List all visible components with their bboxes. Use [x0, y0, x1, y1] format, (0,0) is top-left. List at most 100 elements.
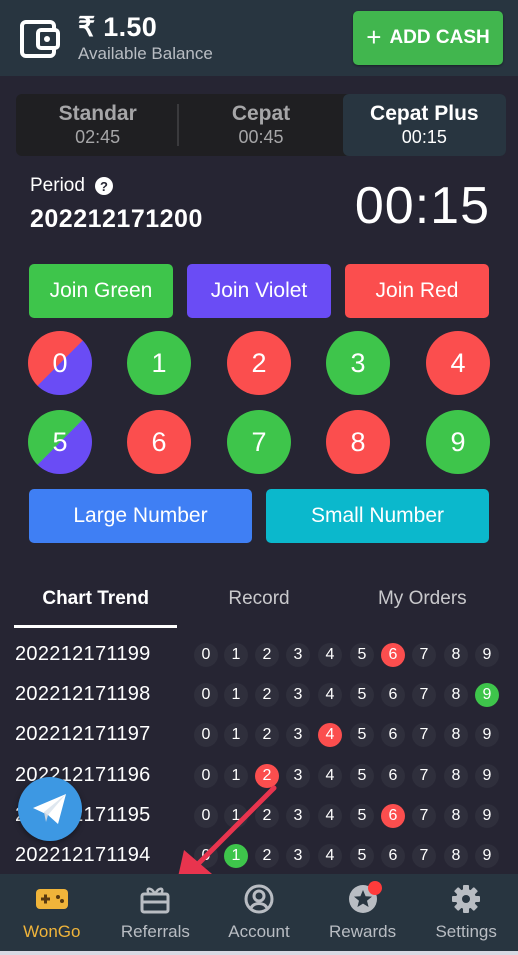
plus-icon: + — [366, 22, 382, 52]
period-label-text: Period — [30, 175, 85, 196]
trend-digit: 5 — [350, 763, 374, 788]
nav-item-wongo[interactable]: WonGo — [0, 874, 104, 951]
trend-digit: 6 — [381, 723, 405, 748]
tab-chart-trend[interactable]: Chart Trend — [14, 578, 178, 630]
trend-digit: 3 — [286, 763, 310, 788]
trend-digit: 3 — [286, 723, 310, 748]
mode-time: 00:45 — [238, 127, 284, 147]
help-icon[interactable]: ? — [94, 177, 113, 195]
trend-digit: 1 — [224, 763, 248, 788]
nav-label: Referrals — [120, 922, 190, 941]
join-red-button[interactable]: Join Red — [345, 264, 489, 318]
trend-digit: 5 — [350, 803, 374, 828]
trend-digit: 5 — [350, 723, 374, 748]
trend-digit: 5 — [350, 643, 374, 667]
countdown-timer: 00:15 — [354, 177, 490, 235]
trend-digit: 6 — [381, 683, 405, 708]
tab-my-orders[interactable]: My Orders — [341, 578, 504, 630]
bottom-navigation: WonGo Referrals Account Rewards Settings — [0, 874, 518, 951]
number-ball-3[interactable]: 3 — [326, 331, 390, 395]
mode-name: Cepat — [231, 102, 291, 125]
trend-digit: 7 — [412, 763, 436, 788]
gift-icon — [138, 884, 172, 914]
trend-digit: 4 — [318, 844, 342, 868]
system-bar — [0, 951, 518, 955]
trend-digit-hit: 2 — [255, 763, 279, 788]
trend-digit: 8 — [444, 683, 468, 708]
mode-time: 00:15 — [401, 127, 447, 147]
trend-digit: 2 — [255, 723, 279, 748]
gamepad-icon — [35, 884, 69, 914]
mode-tab-standar[interactable]: Standar 02:45 — [16, 94, 180, 156]
add-cash-button[interactable]: + ADD CASH — [353, 11, 503, 65]
period-label: Period ? — [30, 175, 113, 197]
trend-digit: 9 — [475, 803, 499, 828]
mode-time: 02:45 — [75, 127, 121, 147]
trend-digit: 8 — [444, 763, 468, 788]
number-ball-8[interactable]: 8 — [326, 410, 390, 474]
period-number: 202212171200 — [30, 205, 203, 233]
history-tabs: Chart Trend Record My Orders — [14, 578, 504, 630]
trend-digit: 4 — [318, 763, 342, 788]
telegram-button[interactable] — [18, 777, 82, 841]
trend-digit: 4 — [318, 643, 342, 667]
mode-name: Standar — [58, 102, 137, 125]
small-number-button[interactable]: Small Number — [266, 489, 489, 543]
trend-digit: 2 — [255, 683, 279, 708]
trend-row: 202212171197 0 1 2 3 4 5 6 7 8 9 — [0, 715, 518, 755]
nav-item-settings[interactable]: Settings — [414, 874, 518, 951]
trend-digit: 9 — [475, 763, 499, 788]
trend-digit: 1 — [224, 723, 248, 748]
trend-digit: 2 — [255, 803, 279, 828]
trend-digit: 8 — [444, 844, 468, 868]
trend-digit: 6 — [381, 844, 405, 868]
number-ball-7[interactable]: 7 — [227, 410, 291, 474]
join-violet-button[interactable]: Join Violet — [187, 264, 331, 318]
trend-digit: 3 — [286, 803, 310, 828]
number-ball-0[interactable]: 0 — [28, 331, 92, 395]
nav-item-rewards[interactable]: Rewards — [311, 874, 415, 951]
number-ball-5[interactable]: 5 — [28, 410, 92, 474]
game-mode-tabs: Standar 02:45 Cepat 00:45 Cepat Plus 00:… — [16, 94, 506, 156]
trend-digit-hit: 6 — [381, 643, 405, 667]
nav-item-account[interactable]: Account — [207, 874, 311, 951]
trend-row: 202212171194 0 1 2 3 4 5 6 7 8 9 — [0, 836, 518, 876]
add-cash-label: ADD CASH — [389, 27, 490, 48]
telegram-icon — [33, 794, 66, 824]
number-ball-2[interactable]: 2 — [227, 331, 291, 395]
trend-digit-hit: 1 — [224, 844, 248, 868]
trend-digit: 8 — [444, 723, 468, 748]
trend-digit: 7 — [412, 643, 436, 667]
large-number-button[interactable]: Large Number — [29, 489, 252, 543]
number-ball-1[interactable]: 1 — [127, 331, 191, 395]
trend-digit: 7 — [412, 723, 436, 748]
trend-row: 202212171196 0 1 2 3 4 5 6 7 8 9 — [0, 756, 518, 796]
trend-digit: 0 — [194, 763, 218, 788]
trend-digit: 9 — [475, 723, 499, 748]
nav-label: Account — [228, 922, 290, 941]
join-green-button[interactable]: Join Green — [29, 264, 173, 318]
nav-label: WonGo — [23, 922, 81, 941]
account-icon — [242, 884, 276, 914]
trend-digit: 5 — [350, 844, 374, 868]
number-ball-9[interactable]: 9 — [426, 410, 490, 474]
trend-digit: 4 — [318, 803, 342, 828]
trend-digit: 6 — [381, 763, 405, 788]
notification-dot — [367, 881, 382, 895]
top-bar: ₹ 1.50 Available Balance + ADD CASH — [0, 0, 518, 76]
trend-row: 202212171198 0 1 2 3 4 5 6 7 8 9 — [0, 675, 518, 715]
nav-item-referrals[interactable]: Referrals — [104, 874, 208, 951]
wallet-icon — [20, 20, 60, 58]
trend-digit: 8 — [444, 643, 468, 667]
trend-digit: 7 — [412, 803, 436, 828]
trend-row: 202212171199 0 1 2 3 4 5 6 7 8 9 — [0, 635, 518, 675]
tab-record[interactable]: Record — [177, 578, 340, 630]
mode-tab-cepat-plus[interactable]: Cepat Plus 00:15 — [342, 94, 506, 156]
trend-digit-hit: 6 — [381, 803, 405, 828]
number-ball-6[interactable]: 6 — [127, 410, 191, 474]
number-ball-4[interactable]: 4 — [426, 331, 490, 395]
trend-digit: 3 — [286, 844, 310, 868]
mode-tab-cepat[interactable]: Cepat 00:45 — [179, 94, 342, 156]
trend-digit: 5 — [350, 683, 374, 708]
trend-digit: 4 — [318, 683, 342, 708]
